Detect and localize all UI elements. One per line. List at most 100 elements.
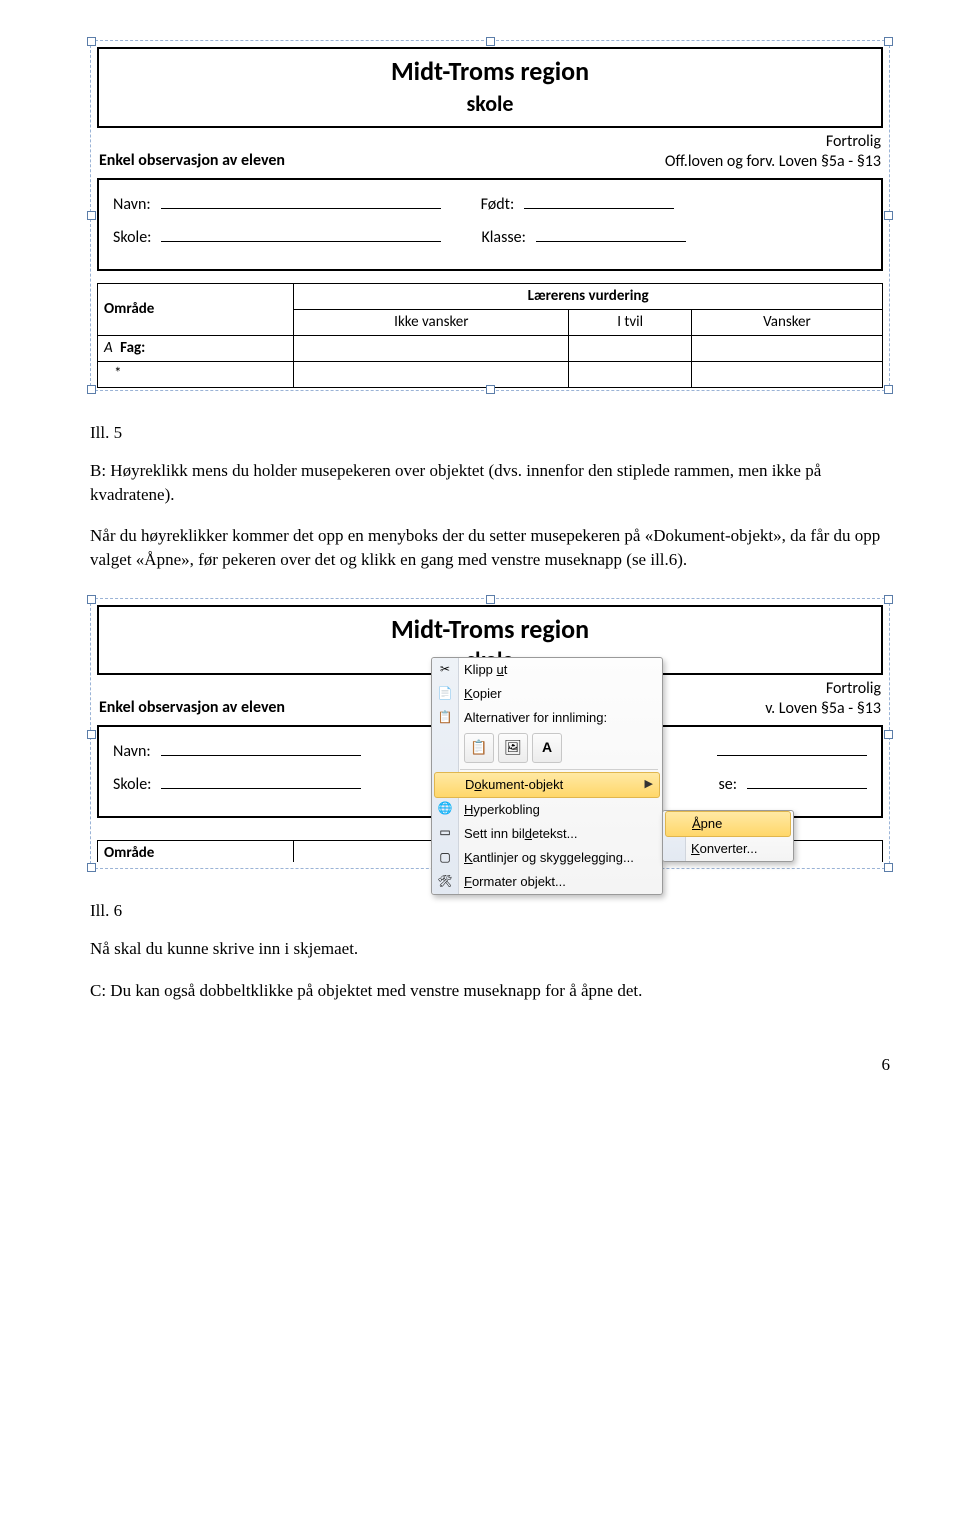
input-navn[interactable] bbox=[161, 737, 361, 756]
label-skole: Skole: bbox=[113, 227, 151, 249]
paste-a-label: A bbox=[542, 738, 552, 758]
figure-ill6: Midt-Troms region skole Enkel observasjo… bbox=[90, 598, 890, 869]
resize-handle[interactable] bbox=[884, 863, 893, 872]
form-fields-box: Navn: Født: Skole: Klasse: bbox=[97, 178, 883, 271]
th-eval-diff: Vansker bbox=[691, 309, 882, 335]
menu-docobj-label: Dokument-objekt bbox=[465, 777, 563, 792]
frame-icon: ▭ bbox=[436, 824, 454, 842]
label-skole: Skole: bbox=[113, 774, 151, 796]
globe-icon: 🌐 bbox=[436, 800, 454, 818]
figure-ill5: Midt-Troms region skole Enkel observasjo… bbox=[90, 40, 890, 391]
cell[interactable] bbox=[691, 361, 882, 387]
input-fodt[interactable] bbox=[717, 737, 867, 756]
paragraph-now: Nå skal du kunne skrive inn i skjemaet. bbox=[90, 937, 890, 961]
form-meta-row: Enkel observasjon av eleven Fortrolig Of… bbox=[99, 132, 881, 172]
form-title-line1: Midt-Troms region bbox=[99, 611, 881, 647]
page-icon: ▢ bbox=[436, 848, 454, 866]
th-eval-doubt: I tvil bbox=[569, 309, 691, 335]
th-eval-none: Ikke vansker bbox=[294, 309, 569, 335]
th-eval: Lærerens vurdering bbox=[294, 283, 883, 309]
form-classification: Fortrolig v. Loven §5a - §13 bbox=[765, 679, 881, 719]
input-skole[interactable] bbox=[161, 770, 361, 789]
label-fodt: Født: bbox=[481, 194, 515, 216]
caption-ill6: Ill. 6 bbox=[90, 899, 890, 923]
resize-handle[interactable] bbox=[884, 595, 893, 604]
paste-option-1[interactable]: 📋 bbox=[464, 733, 494, 763]
submenu-open[interactable]: Åpne bbox=[665, 811, 791, 837]
form-title-line2: skole bbox=[99, 89, 881, 120]
row-prefix: A bbox=[104, 339, 113, 357]
resize-handle[interactable] bbox=[884, 385, 893, 394]
picture-icon: 🖼 bbox=[504, 738, 522, 758]
label-klasse: Klasse: bbox=[481, 227, 525, 249]
menu-cut-label: Klipp ut bbox=[464, 662, 507, 677]
resize-handle[interactable] bbox=[87, 385, 96, 394]
document-body: Ill. 5 B: Høyreklikk mens du holder muse… bbox=[90, 421, 890, 572]
form-title-box: Midt-Troms region skole bbox=[97, 47, 883, 128]
resize-handle[interactable] bbox=[486, 595, 495, 604]
paragraph-menu: Når du høyreklikker kommer det opp en me… bbox=[90, 524, 890, 572]
chevron-right-icon: ▶ bbox=[645, 777, 653, 792]
menu-separator bbox=[460, 769, 658, 770]
submenu-convert-label: Konverter... bbox=[691, 841, 757, 856]
menu-document-object[interactable]: Dokument-objekt ▶ bbox=[434, 772, 660, 798]
clipboard-icon: 📋 bbox=[470, 738, 487, 758]
menu-insert-caption[interactable]: ▭ Sett inn bildetekst... bbox=[432, 822, 662, 846]
selection-frame: Midt-Troms region skole Enkel observasjo… bbox=[90, 598, 890, 869]
resize-handle[interactable] bbox=[87, 595, 96, 604]
page-number: 6 bbox=[90, 1053, 890, 1077]
menu-cut[interactable]: ✂ Klipp ut bbox=[432, 658, 662, 682]
paste-icon: 📋 bbox=[436, 708, 454, 726]
resize-handle[interactable] bbox=[87, 730, 96, 739]
submenu-convert[interactable]: Konverter... bbox=[663, 837, 793, 861]
paste-option-2[interactable]: 🖼 bbox=[498, 733, 528, 763]
document-body-lower: Ill. 6 Nå skal du kunne skrive inn i skj… bbox=[90, 899, 890, 1002]
form-title-line1: Midt-Troms region bbox=[99, 53, 881, 89]
resize-handle[interactable] bbox=[486, 37, 495, 46]
th-area: Område bbox=[98, 841, 294, 863]
row-a-fag: A Fag: bbox=[98, 335, 294, 361]
menu-copy[interactable]: 📄 Kopier bbox=[432, 682, 662, 706]
cell[interactable] bbox=[294, 335, 569, 361]
resize-handle[interactable] bbox=[87, 211, 96, 220]
form-confidential: Fortrolig bbox=[665, 132, 881, 152]
caption-ill5: Ill. 5 bbox=[90, 421, 890, 445]
form-legal-partial: v. Loven §5a - §13 bbox=[765, 699, 881, 719]
form-legal: Off.loven og forv. Loven §5a - §13 bbox=[665, 152, 881, 172]
paragraph-b: B: Høyreklikk mens du holder musepekeren… bbox=[90, 459, 890, 507]
resize-handle[interactable] bbox=[87, 37, 96, 46]
cell[interactable] bbox=[569, 335, 691, 361]
label-navn: Navn: bbox=[113, 741, 151, 763]
input-klasse[interactable] bbox=[536, 223, 686, 242]
label-klasse-short: se: bbox=[719, 774, 738, 796]
form-classification: Fortrolig Off.loven og forv. Loven §5a -… bbox=[665, 132, 881, 172]
input-klasse[interactable] bbox=[747, 770, 867, 789]
input-fodt[interactable] bbox=[524, 190, 674, 209]
menu-hyperlink-label: Hyperkobling bbox=[464, 802, 540, 817]
cell[interactable] bbox=[294, 361, 569, 387]
menu-hyperlink[interactable]: 🌐 Hyperkobling bbox=[432, 798, 662, 822]
evaluation-table: Område Lærerens vurdering Ikke vansker I… bbox=[97, 283, 883, 388]
menu-borders-shading[interactable]: ▢ Kantlinjer og skyggelegging... bbox=[432, 846, 662, 870]
form-confidential: Fortrolig bbox=[765, 679, 881, 699]
menu-caption-label: Sett inn bildetekst... bbox=[464, 826, 577, 841]
input-skole[interactable] bbox=[161, 223, 441, 242]
resize-handle[interactable] bbox=[884, 211, 893, 220]
input-navn[interactable] bbox=[161, 190, 441, 209]
wrench-icon: 🛠 bbox=[436, 872, 454, 890]
resize-handle[interactable] bbox=[486, 385, 495, 394]
copy-icon: 📄 bbox=[436, 684, 454, 702]
paste-option-text[interactable]: A bbox=[532, 733, 562, 763]
form-subheading: Enkel observasjon av eleven bbox=[99, 150, 285, 172]
cell[interactable] bbox=[691, 335, 882, 361]
th-area: Område bbox=[98, 283, 294, 335]
cut-icon: ✂ bbox=[436, 660, 454, 678]
cell[interactable] bbox=[569, 361, 691, 387]
menu-format-object[interactable]: 🛠 Formater objekt... bbox=[432, 870, 662, 894]
resize-handle[interactable] bbox=[87, 863, 96, 872]
menu-paste-label: Alternativer for innliming: bbox=[464, 710, 607, 725]
row-asterisk: * bbox=[98, 361, 294, 387]
menu-copy-label: Kopier bbox=[464, 686, 502, 701]
resize-handle[interactable] bbox=[884, 37, 893, 46]
resize-handle[interactable] bbox=[884, 730, 893, 739]
